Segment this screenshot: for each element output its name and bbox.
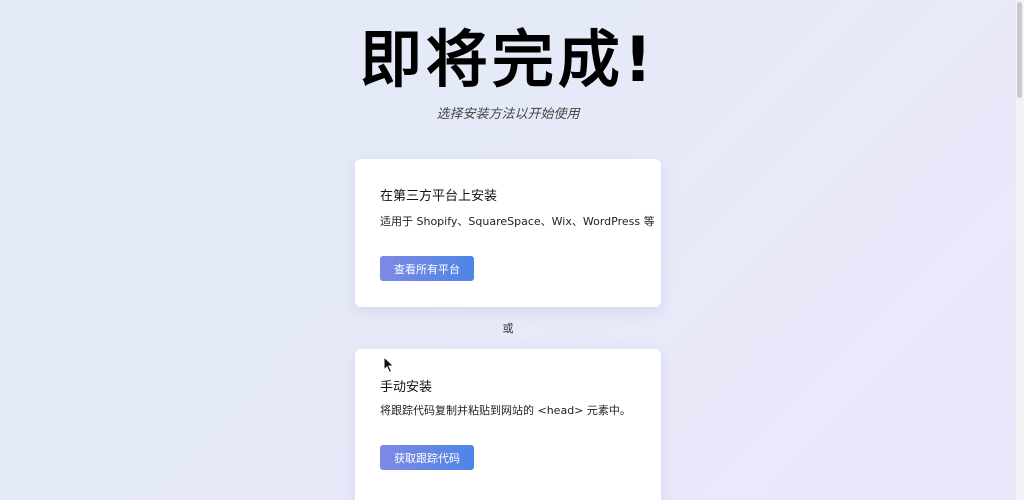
card-title: 手动安装 bbox=[380, 380, 433, 395]
view-all-platforms-button[interactable]: 查看所有平台 bbox=[380, 256, 474, 281]
page-title: 即将完成! bbox=[359, 23, 657, 96]
vertical-scrollbar[interactable] bbox=[1016, 0, 1024, 500]
platform-install-card: 在第三方平台上安装 适用于 Shopify、SquareSpace、Wix、Wo… bbox=[355, 159, 661, 307]
card-title: 在第三方平台上安装 bbox=[380, 189, 498, 204]
get-tracking-code-button[interactable]: 获取跟踪代码 bbox=[380, 445, 474, 470]
or-separator: 或 bbox=[502, 322, 514, 335]
card-description: 将跟踪代码复制并粘贴到网站的 <head> 元素中。 bbox=[380, 404, 631, 417]
card-description: 适用于 Shopify、SquareSpace、Wix、WordPress 等 bbox=[380, 215, 655, 228]
manual-install-card: 手动安装 将跟踪代码复制并粘贴到网站的 <head> 元素中。 获取跟踪代码 bbox=[355, 349, 661, 500]
scrollbar-thumb[interactable] bbox=[1017, 2, 1022, 98]
page-subtitle: 选择安装方法以开始使用 bbox=[436, 107, 580, 122]
mouse-pointer-icon bbox=[383, 356, 395, 374]
